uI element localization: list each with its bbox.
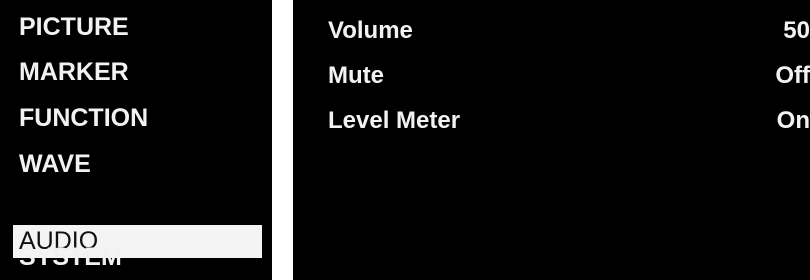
- category-menu: PICTURE MARKER FUNCTION WAVE AUDIO SYSTE…: [0, 0, 272, 280]
- setting-label-mute: Mute: [328, 62, 384, 89]
- menu-item-picture[interactable]: PICTURE: [13, 11, 262, 44]
- setting-value-volume: 50: [783, 17, 810, 44]
- audio-settings-panel: Volume 50 Mute Off Level Meter On: [293, 0, 810, 280]
- menu-item-function[interactable]: FUNCTION: [13, 102, 262, 135]
- setting-label-level-meter: Level Meter: [328, 107, 461, 134]
- setting-value-mute: Off: [775, 62, 810, 89]
- setting-row-volume[interactable]: Volume 50: [293, 11, 810, 51]
- menu-item-system[interactable]: SYSTEM: [13, 241, 262, 274]
- setting-row-level-meter[interactable]: Level Meter On: [293, 101, 810, 141]
- setting-value-level-meter: On: [776, 107, 810, 134]
- menu-item-marker[interactable]: MARKER: [13, 56, 262, 89]
- setting-label-volume: Volume: [328, 17, 413, 44]
- setting-row-mute[interactable]: Mute Off: [293, 56, 810, 96]
- menu-item-wave[interactable]: WAVE: [13, 148, 262, 181]
